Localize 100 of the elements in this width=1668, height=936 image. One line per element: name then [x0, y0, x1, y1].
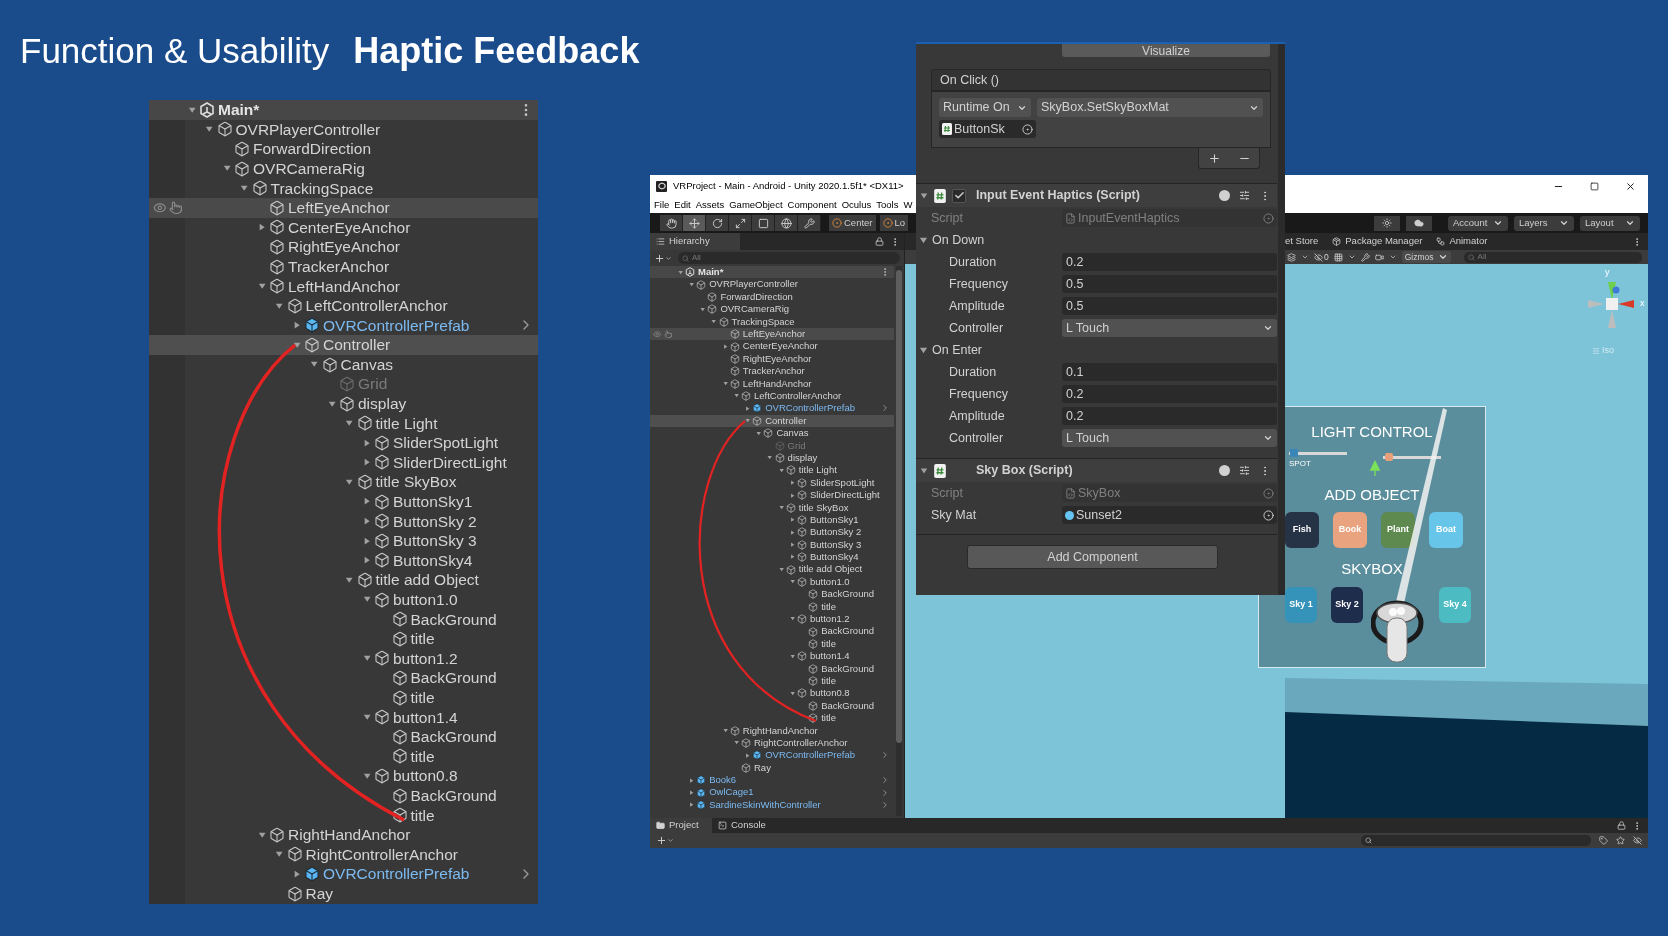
caret-icon[interactable]	[222, 164, 232, 173]
component-header[interactable]: Input Event Haptics (Script)	[916, 183, 1277, 207]
lock-icon[interactable]	[1617, 821, 1626, 830]
tree-item[interactable]: LeftControllerAnchor	[650, 389, 894, 403]
tree-item[interactable]: title SkyBox	[650, 501, 894, 514]
caret-icon[interactable]	[362, 536, 372, 546]
caret-icon[interactable]	[362, 771, 372, 781]
tree-item[interactable]: button0.8	[650, 687, 894, 700]
sun-button[interactable]	[1374, 215, 1400, 231]
tree-item[interactable]: ButtonSky4	[650, 551, 894, 564]
editor-tab[interactable]: et Store	[1285, 234, 1319, 249]
caret-icon[interactable]	[789, 579, 796, 585]
hidden-icon[interactable]	[1633, 836, 1642, 845]
slider-track[interactable]	[1289, 451, 1347, 455]
caret-icon[interactable]	[205, 125, 214, 134]
caret-icon[interactable]	[275, 301, 284, 310]
tree-item[interactable]: ButtonSky 2	[650, 526, 894, 539]
tree-item[interactable]: LeftHandAnchor	[149, 276, 538, 296]
visibility-icon[interactable]	[153, 200, 167, 215]
menu-item[interactable]: Oculus	[841, 197, 872, 213]
grid-icon[interactable]	[1333, 252, 1343, 262]
layers-icon[interactable]	[1287, 252, 1296, 262]
tree-item[interactable]: RightEyeAnchor	[650, 352, 894, 366]
number-field[interactable]: 0.5	[1062, 297, 1277, 315]
tree-item[interactable]: SliderDirectLight	[149, 452, 538, 473]
tree-item[interactable]: TrackingSpace	[149, 178, 538, 198]
caret-icon[interactable]	[257, 281, 267, 291]
editor-tab[interactable]: Package Manager	[1332, 234, 1423, 249]
tree-item[interactable]: OVRPlayerController	[149, 119, 538, 140]
tree-item[interactable]: Canvas	[149, 354, 538, 375]
tree-item[interactable]: button1.2	[650, 612, 894, 626]
tree-item[interactable]: title	[149, 629, 538, 649]
tool-button[interactable]	[798, 215, 821, 231]
chevron-right-icon[interactable]	[880, 750, 890, 761]
tree-item[interactable]: title	[650, 712, 894, 725]
tree-item[interactable]: OVRControllerPrefab	[149, 315, 538, 336]
caret-icon[interactable]	[310, 360, 319, 369]
caret-icon[interactable]	[919, 235, 928, 245]
caret-icon[interactable]	[722, 727, 728, 734]
tool-button[interactable]	[775, 215, 798, 231]
caret-icon[interactable]	[345, 575, 354, 585]
tree-item[interactable]: SliderDirectLight	[650, 489, 894, 502]
caret-icon[interactable]	[362, 438, 372, 448]
tree-item[interactable]: Ray	[149, 883, 538, 904]
tool-button[interactable]	[706, 215, 729, 231]
tree-item[interactable]: RightControllerAnchor	[149, 844, 538, 865]
tree-item[interactable]: button1.2	[149, 648, 538, 669]
number-field[interactable]: 0.5	[1062, 275, 1277, 293]
wrench-icon[interactable]	[1360, 252, 1370, 262]
caret-icon[interactable]	[722, 343, 728, 350]
dropdown[interactable]: SkyBox.SetSkyBoxMat	[1037, 98, 1263, 117]
menu-item[interactable]: GameObject	[729, 197, 783, 213]
component-header[interactable]: Sky Box (Script)	[916, 458, 1277, 482]
menu-item[interactable]: Assets	[695, 197, 725, 213]
tool-button[interactable]	[660, 215, 683, 231]
search-field[interactable]	[1361, 835, 1591, 846]
menu-item[interactable]: Component	[787, 197, 837, 213]
tree-item[interactable]: OVRPlayerController	[650, 278, 894, 291]
caret-icon[interactable]	[689, 777, 695, 783]
caret-icon[interactable]	[257, 830, 267, 839]
dropdown[interactable]: Runtime On	[939, 98, 1031, 117]
tree-item[interactable]: BackGround	[650, 625, 894, 638]
caret-icon[interactable]	[789, 492, 796, 498]
tree-item[interactable]: SardineSkinWithController	[650, 798, 894, 812]
dropdown[interactable]: L Touch	[1062, 319, 1277, 337]
pivot-button[interactable]: Center	[829, 215, 876, 231]
tree-item[interactable]: Controller	[650, 414, 894, 428]
number-field[interactable]: 0.2	[1062, 407, 1277, 425]
tree-item[interactable]: Main*	[149, 100, 538, 120]
tree-item[interactable]: ForwardDirection	[149, 139, 538, 159]
tree-item[interactable]: title	[149, 746, 538, 767]
tree-item[interactable]: Book6	[650, 774, 894, 787]
caret-icon[interactable]	[778, 566, 784, 573]
caret-icon[interactable]	[362, 654, 372, 663]
caret-icon[interactable]	[789, 517, 796, 523]
tree-item[interactable]: SliderSpotLight	[650, 476, 894, 490]
caret-icon[interactable]	[789, 653, 796, 659]
add-icon[interactable]	[1207, 151, 1221, 165]
tree-item[interactable]: OVRControllerPrefab	[650, 402, 894, 415]
caret-icon[interactable]	[345, 477, 354, 487]
tree-item[interactable]: Controller	[149, 335, 538, 355]
caret-icon[interactable]	[292, 340, 302, 350]
tree-item[interactable]: button1.4	[650, 650, 894, 663]
toolbar-dropdown[interactable]: Layout	[1580, 215, 1640, 231]
add-component-button[interactable]: Add Component	[967, 545, 1218, 569]
tree-item[interactable]: title	[650, 600, 894, 613]
caret-icon[interactable]	[327, 399, 337, 408]
caret-icon[interactable]	[756, 430, 762, 436]
tree-item[interactable]: LeftControllerAnchor	[149, 295, 538, 316]
caret-icon[interactable]	[789, 542, 796, 548]
presets-icon[interactable]	[1239, 465, 1250, 476]
caret-icon[interactable]	[700, 306, 706, 313]
panel-tab[interactable]: Project	[650, 818, 712, 833]
star-icon[interactable]	[1616, 836, 1625, 845]
tree-item[interactable]: BackGround	[650, 662, 894, 675]
dropdown[interactable]: L Touch	[1062, 429, 1277, 447]
foldout[interactable]: On Down	[916, 229, 1277, 251]
tree-item[interactable]: button0.8	[149, 766, 538, 786]
tree-item[interactable]: OVRControllerPrefab	[149, 864, 538, 884]
caret-icon[interactable]	[362, 497, 372, 506]
